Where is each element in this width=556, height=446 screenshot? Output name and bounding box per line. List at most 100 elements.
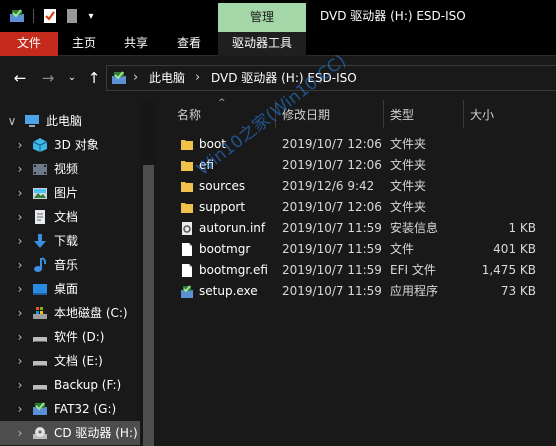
folder-icon [180,158,194,173]
sidebar-item-3d-objects[interactable]: › 3D 对象 [0,133,140,157]
file-row-efi[interactable]: efi 2019/10/7 12:06 文件夹 [172,155,556,176]
up-arrow-icon[interactable]: ↑ [84,68,104,88]
sidebar-item-this-pc[interactable]: ∨ 此电脑 [0,109,140,133]
file-row-autorun[interactable]: autorun.inf 2019/10/7 11:59 安装信息 1 KB [172,218,556,239]
column-header-type[interactable]: 类型 [390,100,460,128]
column-header-size[interactable]: 大小 [470,100,530,128]
breadcrumb-dvd-drive[interactable]: DVD 驱动器 (H:) ESD-ISO [211,66,357,90]
file-type: 文件夹 [390,179,427,193]
tab-drive-tools[interactable]: 驱动器工具 [218,32,306,56]
file-row-boot[interactable]: boot 2019/10/7 12:06 文件夹 [172,134,556,155]
sidebar-item-desktop[interactable]: › 桌面 [0,277,140,301]
file-name: efi [199,158,214,172]
file-date: 2019/12/6 9:42 [282,179,375,193]
sidebar-item-downloads[interactable]: › 下载 [0,229,140,253]
folder-icon [180,200,194,215]
cd-drive-icon [32,425,48,441]
collapsed-chevron-icon[interactable]: › [14,253,26,277]
sidebar-item-label: 下载 [54,234,79,248]
drive-app-icon[interactable] [6,6,28,26]
sidebar-item-drive-e[interactable]: › 文档 (E:) [0,349,140,373]
title-bar: ▾ 管理 DVD 驱动器 (H:) ESD-ISO [0,0,556,32]
column-header-name[interactable]: 名称 [177,100,273,128]
tab-home[interactable]: 主页 [58,32,110,56]
file-name: bootmgr [199,242,251,256]
sidebar-item-drive-f[interactable]: › Backup (F:) [0,373,140,397]
collapsed-chevron-icon[interactable]: › [14,397,26,421]
file-type: EFI 文件 [390,263,436,277]
column-divider[interactable] [463,100,464,128]
desktop-icon [32,281,48,297]
file-size [456,155,536,176]
column-divider[interactable] [275,100,276,128]
collapsed-chevron-icon[interactable]: › [14,325,26,349]
collapsed-chevron-icon[interactable]: › [14,421,26,445]
file-name: support [199,200,246,214]
setup-info-icon [180,221,194,236]
file-date: 2019/10/7 12:06 [282,137,382,151]
pictures-icon [32,185,48,201]
recent-locations-chevron-icon[interactable]: ⌄ [62,68,82,88]
column-divider[interactable] [383,100,384,128]
file-date: 2019/10/7 11:59 [282,221,382,235]
address-bar[interactable]: › 此电脑 › DVD 驱动器 (H:) ESD-ISO [106,65,556,91]
sidebar-item-label: 桌面 [54,282,79,296]
file-size: 1,475 KB [481,263,536,277]
forward-arrow-icon[interactable]: → [38,68,58,88]
sidebar-item-drive-c[interactable]: › 本地磁盘 (C:) [0,301,140,325]
sidebar-scrollbar-thumb[interactable] [143,165,154,446]
window-title: DVD 驱动器 (H:) ESD-ISO [320,9,466,23]
sidebar-item-music[interactable]: › 音乐 [0,253,140,277]
collapsed-chevron-icon[interactable]: › [14,133,26,157]
column-header-date[interactable]: 修改日期 [282,100,382,128]
collapsed-chevron-icon[interactable]: › [14,181,26,205]
sidebar-item-drive-g[interactable]: › FAT32 (G:) [0,397,140,421]
tab-view[interactable]: 查看 [162,32,216,56]
sidebar-item-pictures[interactable]: › 图片 [0,181,140,205]
toolbar-divider [33,9,34,23]
file-row-bootmgr-efi[interactable]: bootmgr.efi 2019/10/7 11:59 EFI 文件 1,475… [172,260,556,281]
breadcrumb-separator-icon[interactable]: › [195,66,200,90]
expand-chevron-icon[interactable]: ∨ [6,109,18,133]
new-folder-icon[interactable] [64,6,80,26]
file-type: 文件 [390,242,415,256]
folder-icon [180,137,194,152]
sidebar-item-videos[interactable]: › 视频 [0,157,140,181]
file-size: 73 KB [500,284,536,298]
sidebar-item-label: 文档 [54,210,79,224]
customize-toolbar-chevron-icon[interactable]: ▾ [84,6,98,26]
3d-objects-icon [32,137,48,153]
manage-context-tab[interactable]: 管理 [218,3,306,32]
collapsed-chevron-icon[interactable]: › [14,229,26,253]
file-size [456,197,536,218]
sidebar-item-drive-h[interactable]: › CD 驱动器 (H:) [0,421,140,445]
collapsed-chevron-icon[interactable]: › [14,157,26,181]
file-name: bootmgr.efi [199,263,268,277]
file-type: 安装信息 [390,221,439,235]
collapsed-chevron-icon[interactable]: › [14,205,26,229]
download-icon [32,233,48,249]
collapsed-chevron-icon[interactable]: › [14,277,26,301]
file-row-sources[interactable]: sources 2019/12/6 9:42 文件夹 [172,176,556,197]
collapsed-chevron-icon[interactable]: › [14,373,26,397]
collapsed-chevron-icon[interactable]: › [14,301,26,325]
file-row-bootmgr[interactable]: bootmgr 2019/10/7 11:59 文件 401 KB [172,239,556,260]
music-icon [32,257,48,273]
back-arrow-icon[interactable]: ← [10,68,30,88]
drive-icon [32,353,48,369]
properties-icon[interactable] [40,6,60,26]
file-row-setup[interactable]: setup.exe 2019/10/7 11:59 应用程序 73 KB [172,281,556,302]
breadcrumb-this-pc[interactable]: 此电脑 [149,66,185,90]
sidebar-item-documents[interactable]: › 文档 [0,205,140,229]
file-size [456,176,536,197]
breadcrumb-separator-icon[interactable]: › [133,66,138,90]
file-name: autorun.inf [199,221,266,235]
drive-icon [32,329,48,345]
sidebar-item-drive-d[interactable]: › 软件 (D:) [0,325,140,349]
file-icon [180,263,194,278]
collapsed-chevron-icon[interactable]: › [14,349,26,373]
tab-share[interactable]: 共享 [110,32,162,56]
file-row-support[interactable]: support 2019/10/7 12:06 文件夹 [172,197,556,218]
tab-file[interactable]: 文件 [0,32,58,56]
sidebar-item-label: FAT32 (G:) [54,402,117,416]
